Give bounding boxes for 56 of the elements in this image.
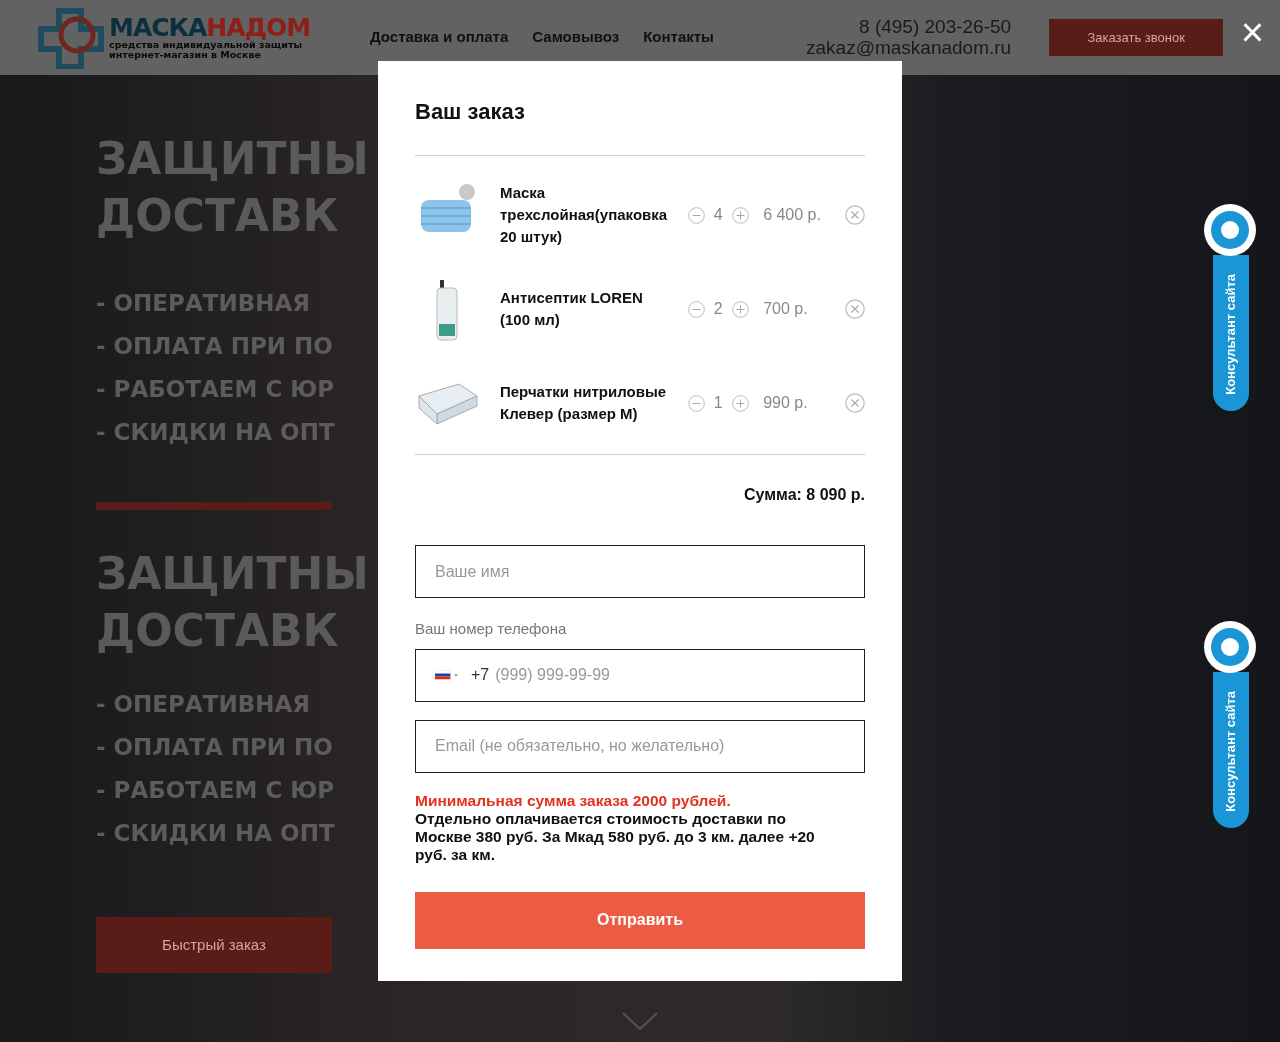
submit-button[interactable]: Отправить xyxy=(415,891,865,949)
product-name: Маска трехслойная(упаковка 20 штук) xyxy=(500,183,669,248)
plus-icon[interactable] xyxy=(732,206,750,224)
order-total: Сумма: 8 090 р. xyxy=(742,485,865,506)
minus-icon[interactable] xyxy=(687,206,705,224)
hero-title: ЗАЩИТНЫ xyxy=(96,132,369,186)
product-name: Перчатки нитриловые Клевер (размер М) xyxy=(500,382,668,425)
hero-title: ЗАЩИТНЫ xyxy=(96,547,369,601)
quantity: 2 xyxy=(712,299,724,320)
logo-tagline: средства индивидуальной защиты xyxy=(109,39,303,50)
hero-bullet: - СКИДКИ НА ОПТ xyxy=(96,418,335,448)
hero-bullet: - ОПЕРАТИВНАЯ xyxy=(96,289,310,319)
close-button[interactable]: × xyxy=(1240,12,1264,52)
name-field[interactable]: Ваше имя xyxy=(415,545,865,599)
hero-bullet: - СКИДКИ НА ОПТ xyxy=(96,819,335,849)
delivery-note: Отдельно оплачивается стоимость доставки по Москве 380 руб. За Мкад 580 руб. до 3 км. далее +20 руб. за км. xyxy=(415,809,816,864)
quantity: 1 xyxy=(712,393,724,414)
hero-bullet: - ОПЛАТА ПРИ ПО xyxy=(96,733,333,763)
hero-bullet: - РАБОТАЕМ С ЮР xyxy=(96,776,335,806)
callback-button[interactable]: Заказать звонок xyxy=(1049,19,1224,56)
item-price: 6 400 р. xyxy=(763,205,822,226)
modal-title: Ваш заказ xyxy=(415,99,526,126)
consultant-tab[interactable]: Консультант сайта xyxy=(1213,255,1249,411)
remove-icon[interactable] xyxy=(845,393,865,414)
hero-title: ДОСТАВК xyxy=(96,189,339,244)
chevron-down-icon[interactable] xyxy=(622,1012,658,1030)
logo-icon xyxy=(37,6,105,69)
email-field[interactable]: Email (не обязательно, но желательно) xyxy=(415,719,865,773)
consultant-tab[interactable]: Консультант сайта xyxy=(1213,672,1249,828)
minus-icon[interactable] xyxy=(687,394,705,412)
remove-icon[interactable] xyxy=(845,205,865,226)
logo-text: МАСКАНАДОМ xyxy=(109,14,311,40)
nav-link[interactable]: Контакты xyxy=(643,26,714,49)
phone-number: 8 (495) 203-26-50 xyxy=(858,16,1012,38)
item-price: 700 р. xyxy=(763,299,809,320)
minus-icon[interactable] xyxy=(687,300,705,318)
phone-field[interactable]: +7 (999) 999-99-99 xyxy=(415,648,865,702)
quick-order-button[interactable]: Быстрый заказ xyxy=(96,917,332,974)
item-price: 990 р. xyxy=(763,393,809,414)
warning-text: Минимальная сумма заказа 2000 рублей. xyxy=(415,791,732,810)
nav-link[interactable]: Доставка и оплата xyxy=(370,26,509,49)
nav-link[interactable]: Самовывоз xyxy=(532,26,620,49)
field-label: Ваш номер телефона xyxy=(415,619,568,640)
hero-bullet: - ОПЛАТА ПРИ ПО xyxy=(96,332,333,362)
product-name: Антисептик LOREN (100 мл) xyxy=(500,288,644,331)
hero-title: ДОСТАВК xyxy=(96,604,339,659)
remove-icon[interactable] xyxy=(845,299,865,320)
plus-icon[interactable] xyxy=(732,394,750,412)
hero-bullet: - РАБОТАЕМ С ЮР xyxy=(96,375,335,405)
logo-tagline: интернет-магазин в Москве xyxy=(109,50,261,61)
quantity: 4 xyxy=(712,205,724,226)
flag-icon[interactable] xyxy=(435,670,459,681)
hero-bullet: - ОПЕРАТИВНАЯ xyxy=(96,690,310,720)
plus-icon[interactable] xyxy=(732,300,750,318)
email-address: zakaz@maskanadom.ru xyxy=(806,37,1012,59)
phone-prefix: +7 xyxy=(471,665,490,686)
